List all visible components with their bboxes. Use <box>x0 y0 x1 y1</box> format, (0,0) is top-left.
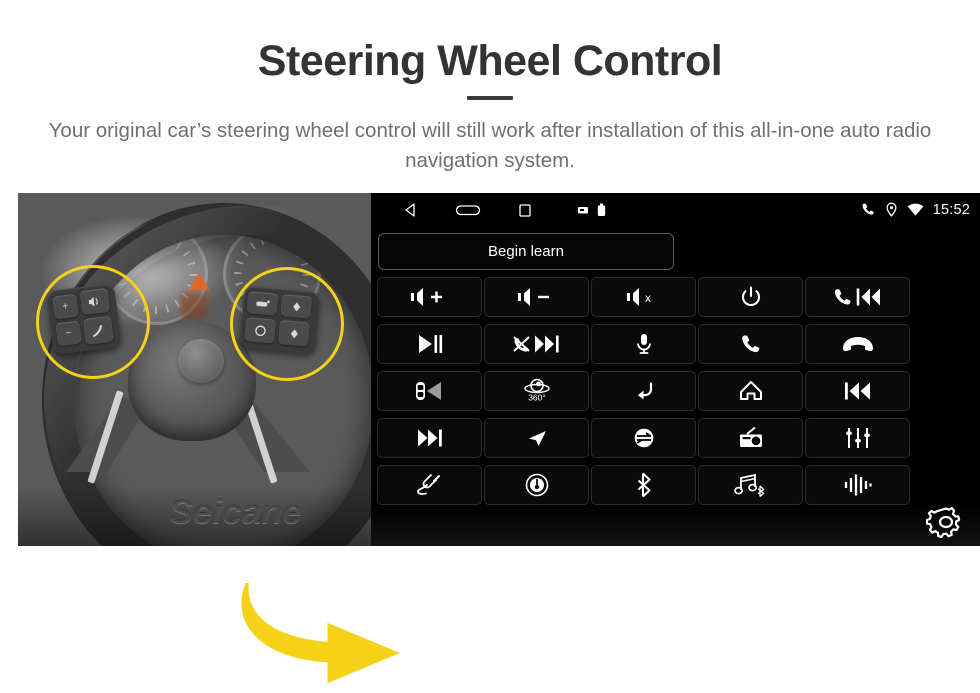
volume-down-button[interactable] <box>484 277 589 317</box>
recents-icon[interactable] <box>517 202 533 218</box>
status-time: 15:52 <box>932 201 970 218</box>
home-button[interactable] <box>698 371 803 411</box>
phone-previous-icon <box>834 288 880 306</box>
key-row <box>377 418 977 458</box>
music-bluetooth-icon <box>733 473 764 497</box>
mode-button[interactable] <box>591 418 696 458</box>
page-subtitle: Your original car’s steering wheel contr… <box>48 119 932 172</box>
aux-button[interactable] <box>377 465 482 505</box>
status-mini-icons <box>577 203 606 217</box>
answer-call-button[interactable] <box>698 324 803 364</box>
location-icon <box>886 202 897 217</box>
sdcard-icon <box>578 206 588 213</box>
back-button[interactable] <box>591 371 696 411</box>
wifi-icon <box>907 203 924 216</box>
bluetooth-music-button[interactable] <box>698 465 803 505</box>
camera-360-button[interactable]: 360° <box>484 371 589 411</box>
radio-button[interactable] <box>698 418 803 458</box>
voice-button[interactable] <box>591 324 696 364</box>
mute-button[interactable]: x <box>591 277 696 317</box>
highlight-ring-right <box>230 267 344 381</box>
play-pause-button[interactable] <box>377 324 482 364</box>
phone-answer-icon <box>741 335 759 353</box>
power-icon <box>741 286 760 306</box>
begin-learn-button[interactable]: Begin learn <box>378 233 674 270</box>
phone-icon <box>862 203 874 215</box>
watermark: Seicane <box>170 493 303 531</box>
cable-plug-icon <box>416 473 440 495</box>
volume-down-icon <box>517 288 549 306</box>
navigation-arrow-icon <box>528 431 546 446</box>
gear-icon[interactable] <box>926 502 966 542</box>
phone-decline-next-icon <box>512 335 559 353</box>
navigation-button[interactable] <box>484 418 589 458</box>
next-track-icon <box>417 429 442 447</box>
mode-circle-icon <box>634 428 653 448</box>
content-section: + − Seicane 15:52 Begin learn x 360° <box>0 193 980 684</box>
page-title: Steering Wheel Control <box>257 37 723 85</box>
bluetooth-button[interactable] <box>591 465 696 505</box>
waveform-icon <box>844 474 872 496</box>
volume-mute-icon: x <box>626 288 651 306</box>
equalizer-icon <box>845 428 870 448</box>
previous-track-button[interactable] <box>805 371 910 411</box>
camera-360-label: 360° <box>528 393 546 403</box>
svg-text:x: x <box>645 291 651 305</box>
camera-360-icon: 360° <box>523 378 550 403</box>
key-row <box>377 324 977 364</box>
sound-button[interactable] <box>805 465 910 505</box>
microphone-icon <box>636 334 651 354</box>
equalizer-button[interactable] <box>805 418 910 458</box>
volume-up-button[interactable] <box>377 277 482 317</box>
bluetooth-icon <box>637 472 651 498</box>
return-arrow-icon <box>637 382 652 400</box>
play-pause-icon <box>418 335 442 353</box>
back-icon[interactable] <box>403 202 419 218</box>
highlight-ring-left <box>36 265 150 379</box>
key-row <box>377 465 977 505</box>
car-speaker-icon <box>415 382 441 400</box>
power-button[interactable] <box>698 277 803 317</box>
battery-icon <box>597 203 606 216</box>
volume-up-icon <box>410 288 442 306</box>
header-section: Steering Wheel Control Your original car… <box>0 0 980 193</box>
navigation-bar <box>403 193 606 226</box>
status-bar: 15:52 <box>371 193 980 226</box>
house-icon <box>739 381 762 400</box>
end-call-button[interactable] <box>805 324 910 364</box>
title-divider <box>467 96 513 100</box>
steering-wheel-photo: + − Seicane <box>18 193 371 546</box>
status-indicators: 15:52 <box>861 193 970 226</box>
phone-hangup-icon <box>842 337 873 352</box>
next-track-button[interactable] <box>377 418 482 458</box>
key-row: 360° <box>377 371 977 411</box>
key-grid: x 360° <box>377 277 977 512</box>
airbag-badge <box>178 339 224 383</box>
home-icon[interactable] <box>455 202 481 218</box>
key-row: x <box>377 277 977 317</box>
head-unit-screen: 15:52 Begin learn x 360° <box>371 193 980 546</box>
pointing-arrow-icon <box>241 583 400 684</box>
radio-icon <box>739 426 762 447</box>
dial-knob-icon <box>525 473 548 497</box>
decline-next-button[interactable] <box>484 324 589 364</box>
call-previous-button[interactable] <box>805 277 910 317</box>
parking-sensor-button[interactable] <box>377 371 482 411</box>
dial-button[interactable] <box>484 465 589 505</box>
steering-wheel-control-page: Steering Wheel Control Your original car… <box>0 0 980 684</box>
previous-track-icon <box>844 382 870 400</box>
